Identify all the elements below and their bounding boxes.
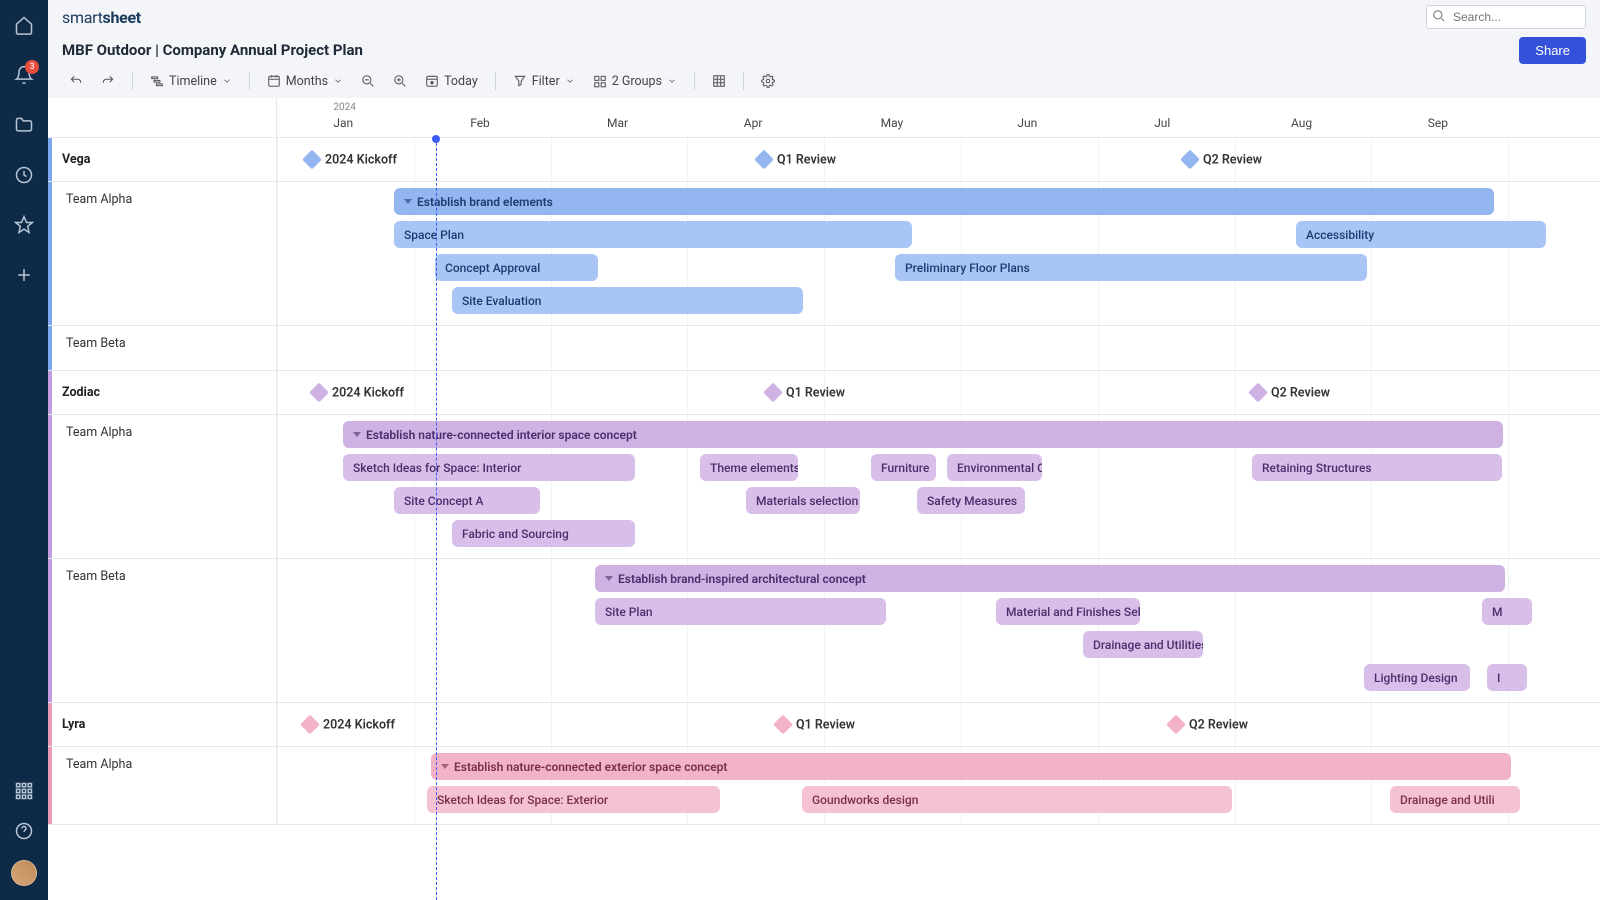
timeline-header: 2024JanFebMarAprMayJunJulAugSep — [48, 98, 1600, 138]
month-label: May — [881, 116, 904, 130]
milestone[interactable]: Q1 Review — [757, 152, 836, 167]
month-label: Mar — [607, 116, 628, 130]
redo-button[interactable] — [94, 71, 122, 91]
task-bar[interactable]: Sketch Ideas for Space: Interior — [343, 454, 635, 481]
group-header[interactable]: Vega — [48, 138, 277, 181]
milestone[interactable]: 2024 Kickoff — [305, 152, 397, 167]
zoom-out-button[interactable] — [354, 71, 382, 91]
subgroup-label[interactable]: Team Alpha — [48, 182, 277, 325]
filter-button[interactable]: Filter — [506, 71, 582, 92]
subgroup-label[interactable]: Team Beta — [48, 559, 277, 702]
subgroup-label[interactable]: Team Alpha — [48, 415, 277, 558]
milestone[interactable]: Q1 Review — [776, 717, 855, 732]
task-bar[interactable]: Materials selection — [746, 487, 860, 514]
timescale-button[interactable]: Months — [260, 71, 350, 92]
task-bar[interactable]: Accessibility — [1296, 221, 1546, 248]
timeline: 2024JanFebMarAprMayJunJulAugSep Vega2024… — [48, 98, 1600, 900]
month-label: Jun — [1017, 116, 1037, 130]
folder-icon[interactable] — [13, 114, 35, 136]
task-bar[interactable]: Site Concept A — [394, 487, 540, 514]
milestone[interactable]: Q2 Review — [1183, 152, 1262, 167]
search-box — [1426, 5, 1586, 29]
task-bar[interactable]: Drainage and Utilities — [1083, 631, 1203, 658]
task-bar[interactable]: Preliminary Floor Plans — [895, 254, 1367, 281]
task-bar[interactable]: Establish brand elements — [394, 188, 1494, 215]
group-header[interactable]: Zodiac — [48, 371, 277, 414]
task-bar[interactable]: Fabric and Sourcing — [452, 520, 635, 547]
search-icon — [1432, 9, 1446, 23]
milestone[interactable]: Q2 Review — [1169, 717, 1248, 732]
task-bar[interactable]: Lighting Design — [1364, 664, 1470, 691]
notifications-icon[interactable]: 3 — [13, 64, 35, 86]
task-bar[interactable]: Safety Measures — [917, 487, 1025, 514]
share-button[interactable]: Share — [1519, 37, 1586, 64]
milestone[interactable]: Q2 Review — [1251, 385, 1330, 400]
table-button[interactable] — [705, 71, 733, 91]
today-line — [436, 138, 437, 900]
task-bar[interactable]: Site Evaluation — [452, 287, 803, 314]
month-label: Sep — [1428, 116, 1448, 130]
home-icon[interactable] — [13, 14, 35, 36]
task-bar[interactable]: M — [1482, 598, 1532, 625]
group-header[interactable]: Lyra — [48, 703, 277, 746]
add-icon[interactable] — [13, 264, 35, 286]
month-label: Aug — [1291, 116, 1312, 130]
timeline-body[interactable]: Vega 2024 Kickoff Q1 Review Q2 Review Team A… — [48, 138, 1600, 825]
task-bar[interactable]: Site Plan — [595, 598, 886, 625]
task-bar[interactable]: Sketch Ideas for Space: Exterior — [427, 786, 720, 813]
zoom-in-button[interactable] — [386, 71, 414, 91]
apps-icon[interactable] — [13, 780, 35, 802]
subgroup-label[interactable]: Team Beta — [48, 326, 277, 370]
subgroup-label[interactable]: Team Alpha — [48, 747, 277, 824]
task-bar[interactable]: Furniture — [871, 454, 936, 481]
task-bar[interactable]: Material and Finishes Selection — [996, 598, 1140, 625]
help-icon[interactable] — [13, 820, 35, 842]
month-label: Apr — [744, 116, 763, 130]
page-title: MBF Outdoor | Company Annual Project Pla… — [62, 41, 363, 59]
month-label: Jan — [333, 116, 353, 130]
undo-button[interactable] — [62, 71, 90, 91]
task-bar[interactable]: Establish nature-connected exterior spac… — [431, 753, 1511, 780]
left-nav-rail: 3 — [0, 0, 48, 900]
today-indicator — [432, 135, 440, 143]
settings-button[interactable] — [754, 71, 782, 91]
month-label: Jul — [1154, 116, 1170, 130]
search-input[interactable] — [1426, 5, 1586, 29]
notification-badge: 3 — [25, 60, 39, 74]
favorites-icon[interactable] — [13, 214, 35, 236]
task-bar[interactable]: Theme elements — [700, 454, 798, 481]
task-bar[interactable]: Concept Approval — [435, 254, 598, 281]
task-bar[interactable]: I — [1487, 664, 1527, 691]
titlebar: MBF Outdoor | Company Annual Project Pla… — [48, 34, 1600, 66]
toolbar: Timeline Months Today Filter 2 Groups — [48, 66, 1600, 96]
milestone[interactable]: 2024 Kickoff — [303, 717, 395, 732]
recent-icon[interactable] — [13, 164, 35, 186]
task-bar[interactable]: Goundworks design — [802, 786, 1232, 813]
milestone[interactable]: Q1 Review — [766, 385, 845, 400]
task-bar[interactable]: Establish brand-inspired architectural c… — [595, 565, 1505, 592]
month-label: Feb — [470, 116, 490, 130]
task-bar[interactable]: Establish nature-connected interior spac… — [343, 421, 1503, 448]
groups-button[interactable]: 2 Groups — [586, 71, 684, 92]
topbar: smartsheet — [48, 0, 1600, 34]
task-bar[interactable]: Drainage and Utili — [1390, 786, 1520, 813]
today-button[interactable]: Today — [418, 71, 485, 92]
task-bar[interactable]: Environmental Considerations — [947, 454, 1042, 481]
avatar[interactable] — [11, 860, 37, 886]
view-timeline-button[interactable]: Timeline — [143, 71, 239, 92]
logo: smartsheet — [62, 8, 141, 27]
milestone[interactable]: 2024 Kickoff — [312, 385, 404, 400]
task-bar[interactable]: Retaining Structures — [1252, 454, 1502, 481]
task-bar[interactable]: Space Plan — [394, 221, 912, 248]
